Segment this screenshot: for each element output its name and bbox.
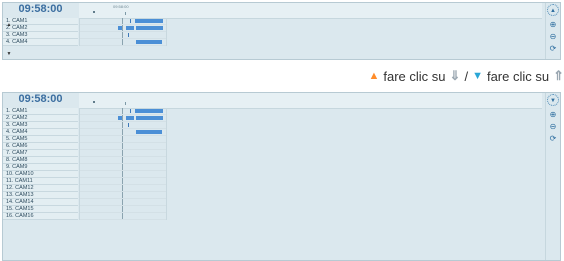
- timeline-time: 09:58:00: [3, 93, 78, 105]
- caption-slash: /: [464, 68, 469, 84]
- scroll-up-icon[interactable]: ▲: [549, 7, 557, 15]
- recording-marker: [128, 123, 129, 127]
- camera-row[interactable]: 16. CAM16: [3, 213, 78, 220]
- recording-track[interactable]: [80, 129, 166, 136]
- camera-list: 1. CAM1 2. CAM2 3. CAM3 4. CAM4: [3, 18, 78, 46]
- timeline-panel-expanded: 09:58:00 1. CAM1 2. CAM2 3. CAM3 4. CAM4…: [2, 92, 561, 261]
- recording-track[interactable]: [80, 32, 166, 39]
- list-scroll-down-button[interactable]: ▼: [5, 50, 13, 58]
- refresh-icon[interactable]: ⟳: [549, 45, 557, 53]
- timeline-panel-collapsed: 09:58:00 09:58:00 1. CAM1 2. CAM2 3. CAM…: [2, 2, 561, 60]
- ruler-tick: [93, 101, 95, 103]
- ruler-label: 09:58:00: [113, 4, 129, 9]
- camera-row[interactable]: 1. CAM1: [3, 18, 78, 25]
- ruler-tick: [125, 12, 126, 15]
- recording-marker: [130, 109, 131, 113]
- ruler-tick: [93, 11, 95, 13]
- recording-track[interactable]: [80, 178, 166, 185]
- zoom-out-icon[interactable]: ⊖: [549, 33, 557, 41]
- triangle-up-icon: ▲: [368, 70, 380, 82]
- recording-track[interactable]: [80, 185, 166, 192]
- timeline-side-controls: ▼ ⊕ ⊖ ⟳: [545, 93, 560, 260]
- recording-track[interactable]: [80, 108, 166, 115]
- recording-track[interactable]: [80, 25, 166, 32]
- camera-row[interactable]: 3. CAM3: [3, 32, 78, 39]
- camera-row[interactable]: 11. CAM11: [3, 178, 78, 185]
- camera-row[interactable]: 7. CAM7: [3, 150, 78, 157]
- camera-row[interactable]: 2. CAM2: [3, 25, 78, 32]
- recording-segment: [136, 40, 162, 44]
- triangle-down-icon: ▼: [472, 70, 483, 82]
- recording-track[interactable]: [80, 157, 166, 164]
- timeline-side-controls: ▲ ⊕ ⊖ ⟳: [545, 3, 560, 59]
- timeline-time: 09:58:00: [3, 3, 78, 15]
- list-scroll-up-button[interactable]: ▲: [5, 21, 13, 29]
- ruler-tick: [125, 102, 126, 105]
- recording-track[interactable]: [80, 206, 166, 213]
- recording-grid[interactable]: [79, 18, 167, 46]
- scroll-down-icon[interactable]: ▼: [549, 97, 557, 105]
- caption-text-1: fare clic su: [383, 68, 446, 84]
- recording-track[interactable]: [80, 115, 166, 122]
- recording-segment: [136, 26, 163, 30]
- recording-marker: [130, 19, 131, 23]
- camera-row[interactable]: 10. CAM10: [3, 171, 78, 178]
- camera-row[interactable]: 5. CAM5: [3, 136, 78, 143]
- recording-track[interactable]: [80, 171, 166, 178]
- caption-text-2: fare clic su: [486, 68, 550, 84]
- arrow-down-icon: ⇓: [449, 68, 461, 83]
- recording-track[interactable]: [80, 192, 166, 199]
- recording-track[interactable]: [80, 136, 166, 143]
- camera-row[interactable]: 9. CAM9: [3, 164, 78, 171]
- recording-segment: [135, 109, 163, 113]
- arrow-up-icon: ⇑: [553, 68, 564, 83]
- camera-list: 1. CAM1 2. CAM2 3. CAM3 4. CAM4 5. CAM5 …: [3, 108, 78, 220]
- recording-track[interactable]: [80, 122, 166, 129]
- recording-marker: [128, 33, 129, 37]
- recording-segment: [118, 26, 122, 30]
- timeline-ruler[interactable]: [79, 93, 542, 109]
- recording-segment: [118, 116, 122, 120]
- recording-track[interactable]: [80, 143, 166, 150]
- recording-track[interactable]: [80, 39, 166, 46]
- zoom-in-icon[interactable]: ⊕: [549, 21, 557, 29]
- camera-row[interactable]: 3. CAM3: [3, 122, 78, 129]
- recording-track[interactable]: [80, 164, 166, 171]
- camera-row[interactable]: 2. CAM2: [3, 115, 78, 122]
- recording-segment: [126, 26, 134, 30]
- camera-row[interactable]: 4. CAM4: [3, 129, 78, 136]
- recording-segment: [136, 116, 163, 120]
- camera-row[interactable]: 1. CAM1: [3, 108, 78, 115]
- timeline-ruler[interactable]: 09:58:00: [79, 3, 542, 19]
- recording-segment: [135, 19, 163, 23]
- recording-segment: [136, 130, 162, 134]
- camera-row[interactable]: 12. CAM12: [3, 185, 78, 192]
- zoom-in-icon[interactable]: ⊕: [549, 111, 557, 119]
- camera-row[interactable]: 8. CAM8: [3, 157, 78, 164]
- recording-track[interactable]: [80, 18, 166, 25]
- recording-track[interactable]: [80, 213, 166, 220]
- camera-row[interactable]: 15. CAM15: [3, 206, 78, 213]
- camera-row[interactable]: 6. CAM6: [3, 143, 78, 150]
- camera-row[interactable]: 4. CAM4: [3, 39, 78, 46]
- recording-segment: [126, 116, 134, 120]
- camera-row[interactable]: 13. CAM13: [3, 192, 78, 199]
- refresh-icon[interactable]: ⟳: [549, 135, 557, 143]
- recording-track[interactable]: [80, 199, 166, 206]
- instruction-caption: ▲ fare clic su ⇓ / ▼ fare clic su ⇑: [369, 67, 564, 85]
- recording-track[interactable]: [80, 150, 166, 157]
- camera-row[interactable]: 14. CAM14: [3, 199, 78, 206]
- zoom-out-icon[interactable]: ⊖: [549, 123, 557, 131]
- recording-grid[interactable]: [79, 108, 167, 220]
